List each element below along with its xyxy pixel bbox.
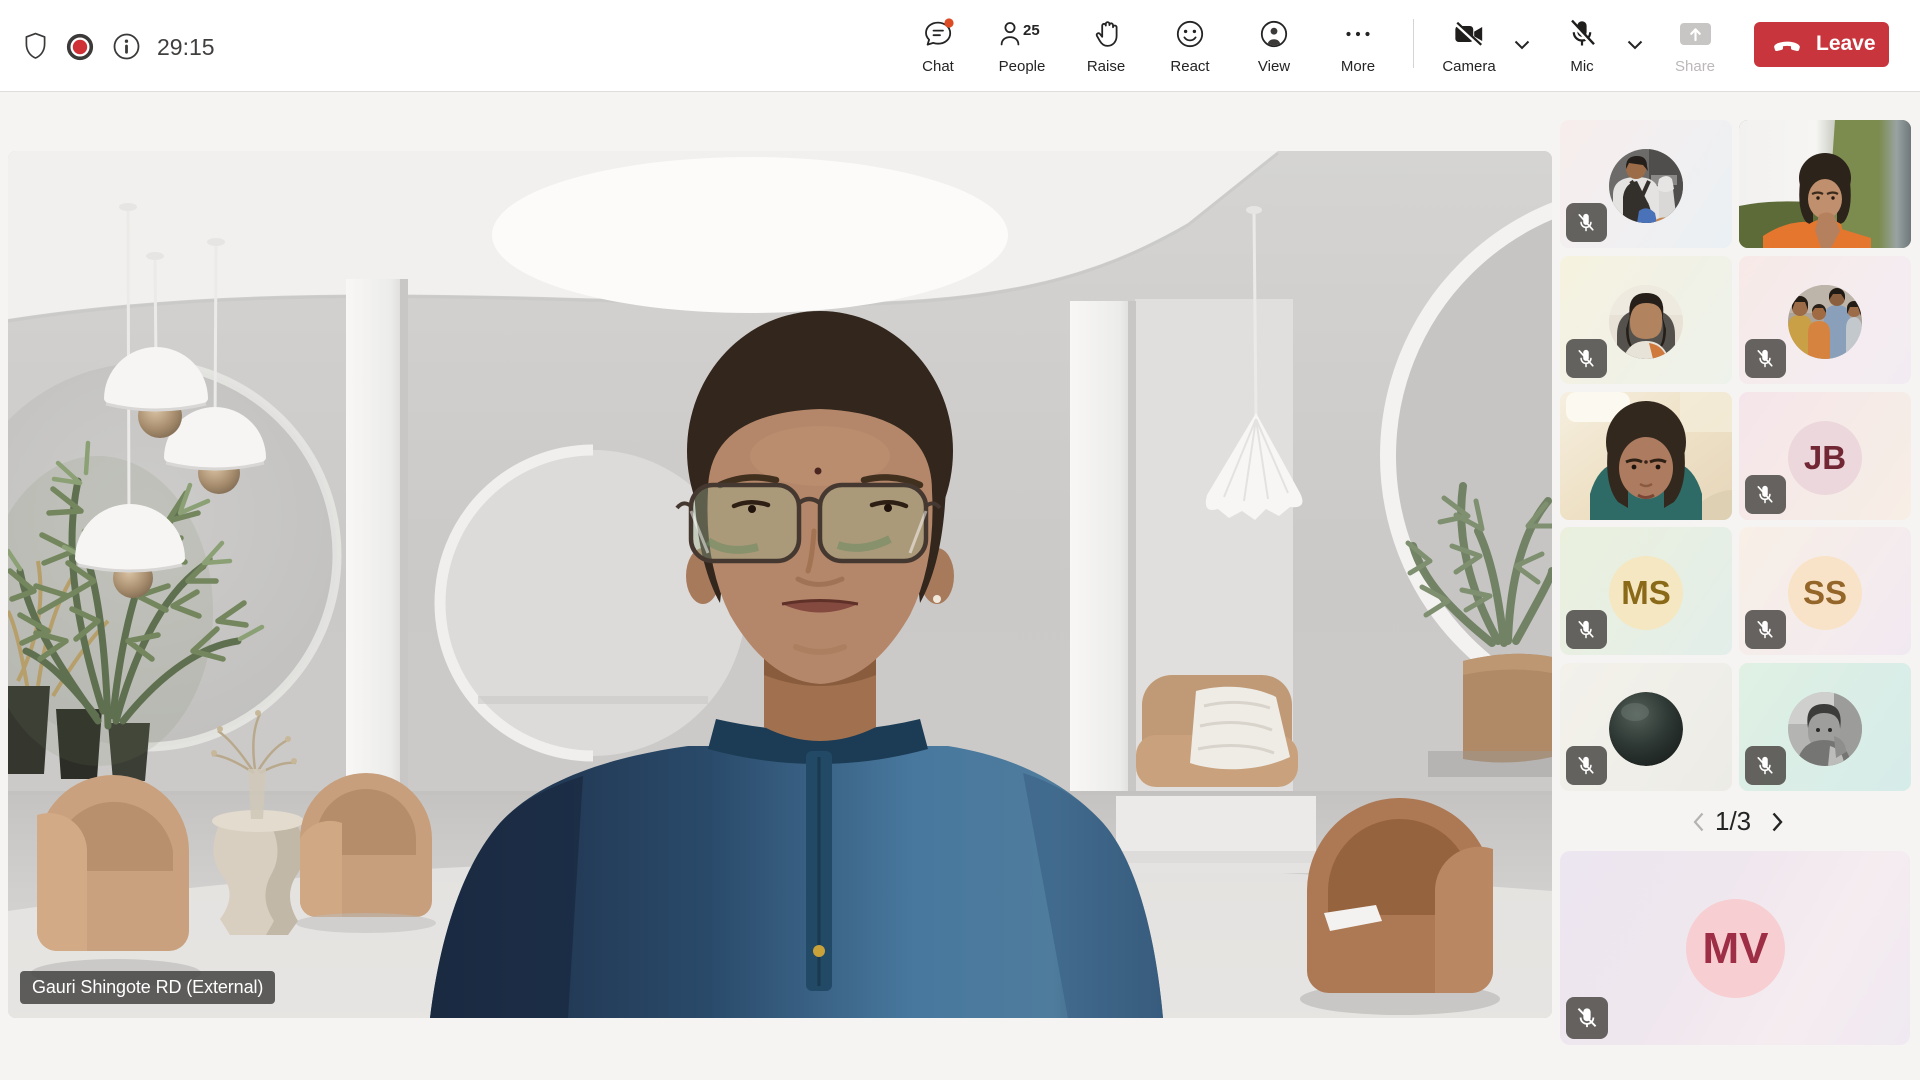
svg-text:25: 25 [1023, 22, 1040, 39]
